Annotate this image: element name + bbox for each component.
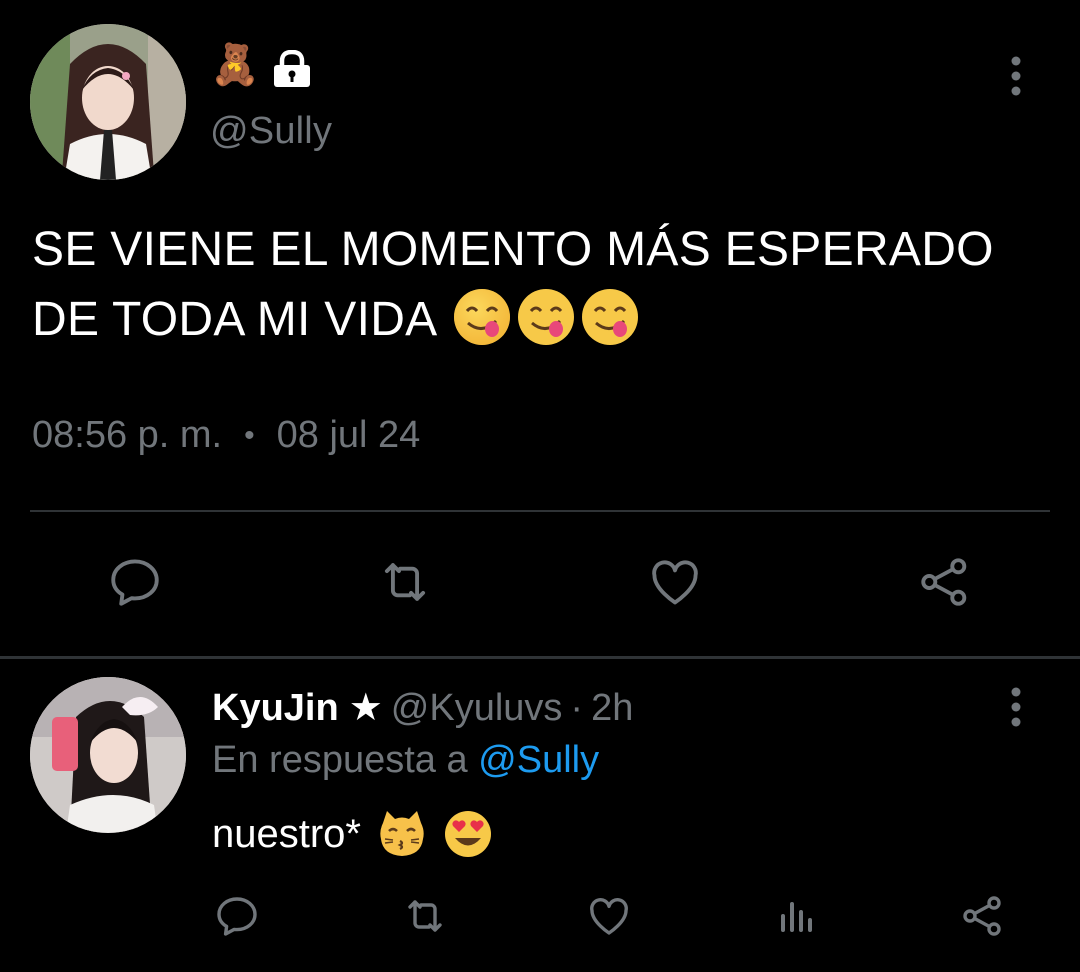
share-button[interactable]	[915, 552, 975, 612]
yum-face-icon	[516, 287, 576, 347]
tweet-detail-page: 🧸 @Sully SE VIENE EL MOMENTO MÁS ESPERAD…	[0, 0, 1080, 972]
retweet-button[interactable]	[375, 552, 435, 612]
reply-separator: ·	[570, 687, 584, 729]
analytics-icon	[781, 902, 812, 932]
more-options-icon[interactable]	[1010, 56, 1022, 96]
reply-handle[interactable]: @Kyuluvs	[391, 687, 563, 730]
main-tweet: 🧸 @Sully SE VIENE EL MOMENTO MÁS ESPERAD…	[0, 0, 1080, 656]
reply-button[interactable]	[105, 552, 165, 612]
like-button[interactable]	[645, 552, 705, 612]
heart-eyes-icon	[443, 809, 493, 859]
retweet-icon	[408, 900, 442, 932]
tweet-text-line-1: SE VIENE EL MOMENTO MÁS ESPERADO	[32, 223, 994, 276]
in-reply-to-link[interactable]: @Sully	[478, 739, 599, 781]
tweet-text: SE VIENE EL MOMENTO MÁS ESPERADO DE TODA…	[32, 215, 1052, 355]
reply-actions	[0, 891, 1080, 951]
yum-face-icon	[452, 287, 512, 347]
yum-face-icon	[580, 287, 640, 347]
display-name-row: 🧸	[210, 42, 312, 88]
heart-icon	[652, 560, 698, 605]
analytics-button[interactable]	[772, 891, 822, 941]
tweet-actions	[0, 548, 1080, 618]
reply-display-name[interactable]: KyuJin	[212, 687, 339, 730]
kissing-cat-icon	[377, 809, 427, 859]
reply-icon	[111, 559, 159, 606]
lock-icon	[272, 42, 312, 88]
reply-header: KyuJin ★ @Kyuluvs · 2h	[212, 685, 633, 730]
share-icon	[963, 896, 1001, 936]
like-button[interactable]	[584, 891, 634, 941]
tweet-meta: 08:56 p. m. • 08 jul 24	[32, 414, 420, 457]
user-handle[interactable]: @Sully	[210, 110, 332, 153]
avatar-image	[30, 24, 186, 180]
reply-tweet[interactable]: KyuJin ★ @Kyuluvs · 2h En respuesta a @S…	[0, 659, 1080, 972]
tweet-text-line-2-text: DE TODA MI VIDA	[32, 293, 435, 346]
tweet-text-line-2: DE TODA MI VIDA	[32, 285, 1052, 355]
retweet-button[interactable]	[400, 891, 450, 941]
in-reply-to: En respuesta a @Sully	[212, 739, 599, 782]
star-icon: ★	[348, 687, 383, 729]
avatar[interactable]	[30, 677, 186, 833]
more-options-icon[interactable]	[1010, 687, 1022, 727]
reply-time: 2h	[591, 687, 634, 729]
share-button[interactable]	[958, 891, 1008, 941]
heart-icon	[590, 898, 628, 935]
reply-button[interactable]	[212, 891, 262, 941]
reply-text-content: nuestro*	[212, 811, 361, 856]
retweet-icon	[384, 563, 426, 601]
in-reply-to-label: En respuesta a	[212, 739, 468, 781]
reply-text: nuestro*	[212, 809, 493, 859]
meta-separator: •	[244, 418, 255, 452]
reply-icon	[217, 897, 257, 936]
share-icon	[921, 558, 967, 606]
divider	[30, 510, 1050, 512]
teddy-bear-icon: 🧸	[210, 42, 260, 88]
avatar-image	[30, 677, 186, 833]
tweet-date: 08 jul 24	[276, 414, 421, 456]
tweet-time: 08:56 p. m.	[32, 414, 223, 456]
avatar[interactable]	[30, 24, 186, 180]
